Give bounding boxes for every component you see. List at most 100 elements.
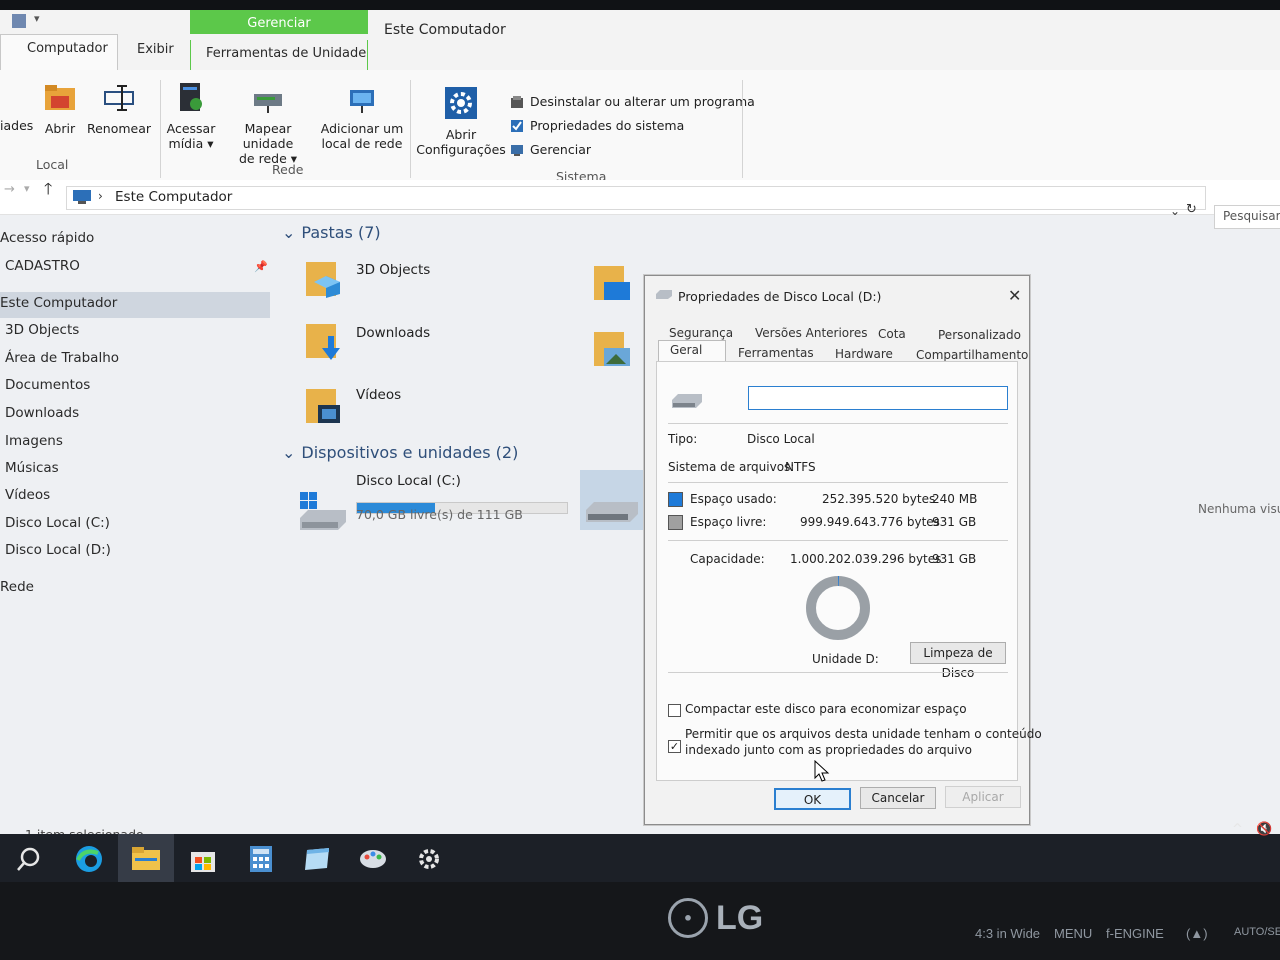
settings-icon[interactable] — [414, 844, 444, 874]
nav-musicas[interactable]: Músicas — [5, 460, 59, 476]
tab-seguranca[interactable]: Segurança — [669, 326, 733, 340]
ribbon-separator — [160, 80, 161, 178]
pictures-folder-icon[interactable] — [592, 328, 632, 368]
file-explorer-icon[interactable] — [131, 844, 161, 874]
tab-computador[interactable]: Computador — [0, 34, 118, 70]
notepad-icon[interactable] — [302, 844, 332, 874]
dispositivos-section-header[interactable]: ⌄ Dispositivos e unidades (2) — [282, 443, 518, 462]
computer-management-icon — [511, 144, 523, 156]
tab-cota[interactable]: Cota — [878, 327, 906, 341]
quick-access-toolbar-icon[interactable] — [12, 14, 26, 28]
aplicar-button[interactable]: Aplicar — [945, 786, 1021, 808]
videos-folder-icon[interactable] — [304, 385, 344, 425]
nav-3d-objects[interactable]: 3D Objects — [5, 322, 79, 338]
nav-acesso-rapido[interactable]: Acesso rápido — [0, 230, 94, 246]
compact-checkbox[interactable] — [668, 704, 681, 717]
downloads-folder-icon[interactable] — [304, 320, 344, 360]
rename-icon — [104, 85, 134, 111]
monitor-ratio-button[interactable]: 4:3 in Wide — [975, 926, 1040, 941]
edge-browser-icon[interactable] — [74, 844, 104, 874]
nav-rede[interactable]: Rede — [0, 579, 34, 595]
tab-geral[interactable]: Geral — [670, 343, 702, 357]
nav-disco-local-d[interactable]: Disco Local (D:) — [5, 542, 111, 558]
propriedades-sistema-button[interactable]: Propriedades do sistema — [510, 118, 684, 133]
network-location-icon — [350, 90, 374, 113]
3d-objects-folder-icon[interactable] — [304, 258, 344, 298]
limpeza-de-disco-button[interactable]: Limpeza de Disco — [910, 642, 1006, 680]
tab-versoes-anteriores[interactable]: Versões Anteriores — [755, 326, 867, 340]
refresh-icon[interactable]: ↻ — [1186, 202, 1197, 217]
ribbon: iades Abrir Renomear Local Acessar mídia… — [0, 70, 1280, 184]
cancelar-button[interactable]: Cancelar — [860, 787, 936, 809]
paint-icon[interactable] — [358, 844, 388, 874]
desktop-folder-icon[interactable] — [592, 262, 632, 302]
ok-button[interactable]: OK — [774, 788, 851, 810]
renomear-button[interactable]: Renomear — [86, 80, 152, 136]
search-icon[interactable] — [14, 844, 44, 874]
folder-label-videos[interactable]: Vídeos — [356, 387, 401, 403]
breadcrumb-separator-icon: › — [98, 189, 103, 203]
dispositivos-header-label: Dispositivos e unidades (2) — [301, 443, 519, 462]
adicionar-local-label-1: Adicionar um — [320, 121, 404, 136]
folder-label-3d-objects[interactable]: 3D Objects — [356, 262, 430, 278]
unit-label: Unidade D: — [812, 652, 879, 666]
monitor-up-button[interactable]: (▲) — [1186, 926, 1208, 941]
nav-videos[interactable]: Vídeos — [5, 487, 50, 503]
address-dropdown-icon[interactable]: ⌄ — [1170, 204, 1180, 218]
monitor-bezel-bottom — [0, 882, 1280, 960]
mapear-unidade-button[interactable]: Mapear unidade de rede ▾ — [218, 88, 318, 166]
screen: ▾ Gerenciar Este Computador Computador E… — [0, 10, 1280, 882]
recent-chevron-icon[interactable]: ▾ — [24, 182, 30, 195]
nav-area-de-trabalho[interactable]: Área de Trabalho — [5, 350, 119, 366]
search-input[interactable]: Pesquisar e — [1214, 205, 1280, 229]
nav-este-computador[interactable]: Este Computador — [0, 295, 117, 311]
monitor-fengine-button[interactable]: f-ENGINE — [1106, 926, 1164, 941]
desinstalar-button[interactable]: Desinstalar ou alterar um programa — [510, 94, 755, 109]
disk-usage-donut — [806, 576, 870, 640]
drive-label-input[interactable] — [748, 386, 1008, 410]
calculator-icon[interactable] — [246, 844, 276, 874]
nav-downloads[interactable]: Downloads — [5, 405, 79, 421]
back-arrow-icon[interactable]: → — [4, 182, 15, 197]
adicionar-local-rede-button[interactable]: Adicionar um local de rede — [320, 88, 404, 151]
acessar-midia-button[interactable]: Acessar mídia ▾ — [166, 80, 216, 151]
tab-exibir[interactable]: Exibir — [137, 42, 174, 57]
tray-chevron-up-icon[interactable]: ^ — [1232, 822, 1243, 837]
store-icon[interactable] — [188, 844, 218, 874]
drive-c-name[interactable]: Disco Local (C:) — [356, 473, 461, 489]
address-path: Este Computador — [115, 189, 233, 205]
ribbon-separator — [742, 80, 743, 178]
monitor-menu-button[interactable]: MENU — [1054, 926, 1092, 941]
propriedades-button[interactable]: iades — [0, 118, 33, 133]
close-icon[interactable]: ✕ — [1008, 286, 1021, 305]
lg-circle-logo-icon: • — [668, 898, 708, 938]
tab-ferramentas[interactable]: Ferramentas — [738, 346, 814, 360]
tab-ferramentas-de-unidade[interactable]: Ferramentas de Unidade — [206, 46, 366, 61]
index-checkbox[interactable]: ✓ — [668, 740, 681, 753]
drive-d-icon[interactable] — [580, 470, 644, 530]
folder-label-downloads[interactable]: Downloads — [356, 325, 430, 341]
up-arrow-icon[interactable]: 🡑 — [44, 178, 52, 205]
nav-documentos[interactable]: Documentos — [5, 377, 90, 393]
address-bar[interactable] — [66, 186, 1206, 210]
gerenciar-button[interactable]: Gerenciar — [510, 142, 591, 157]
volume-muted-icon[interactable]: 🔇 — [1256, 822, 1272, 837]
abrir-label: Abrir — [44, 121, 76, 136]
windows-drive-icon[interactable] — [298, 488, 348, 532]
nav-disco-local-c[interactable]: Disco Local (C:) — [5, 515, 110, 531]
abrir-configuracoes-button[interactable]: Abrir Configurações — [416, 86, 506, 157]
abrir-button[interactable]: Abrir — [40, 80, 80, 136]
chevron-down-icon[interactable]: ▾ — [34, 12, 40, 25]
dialog-title: Propriedades de Disco Local (D:) — [678, 289, 882, 304]
tab-personalizado[interactable]: Personalizado — [938, 328, 1021, 342]
divider — [668, 540, 1008, 541]
nav-imagens[interactable]: Imagens — [5, 433, 63, 449]
pastas-section-header[interactable]: ⌄ Pastas (7) — [282, 223, 381, 242]
monitor-auto-button[interactable]: AUTO/SET — [1234, 926, 1280, 938]
free-space-label: Espaço livre: — [690, 515, 767, 529]
tab-hardware[interactable]: Hardware — [835, 347, 893, 361]
drive-c-free-space: 70,0 GB livre(s) de 111 GB — [356, 507, 523, 522]
tab-compartilhamento[interactable]: Compartilhamento — [916, 348, 1028, 362]
tipo-value: Disco Local — [747, 432, 815, 446]
nav-cadastro[interactable]: CADASTRO — [5, 258, 80, 274]
